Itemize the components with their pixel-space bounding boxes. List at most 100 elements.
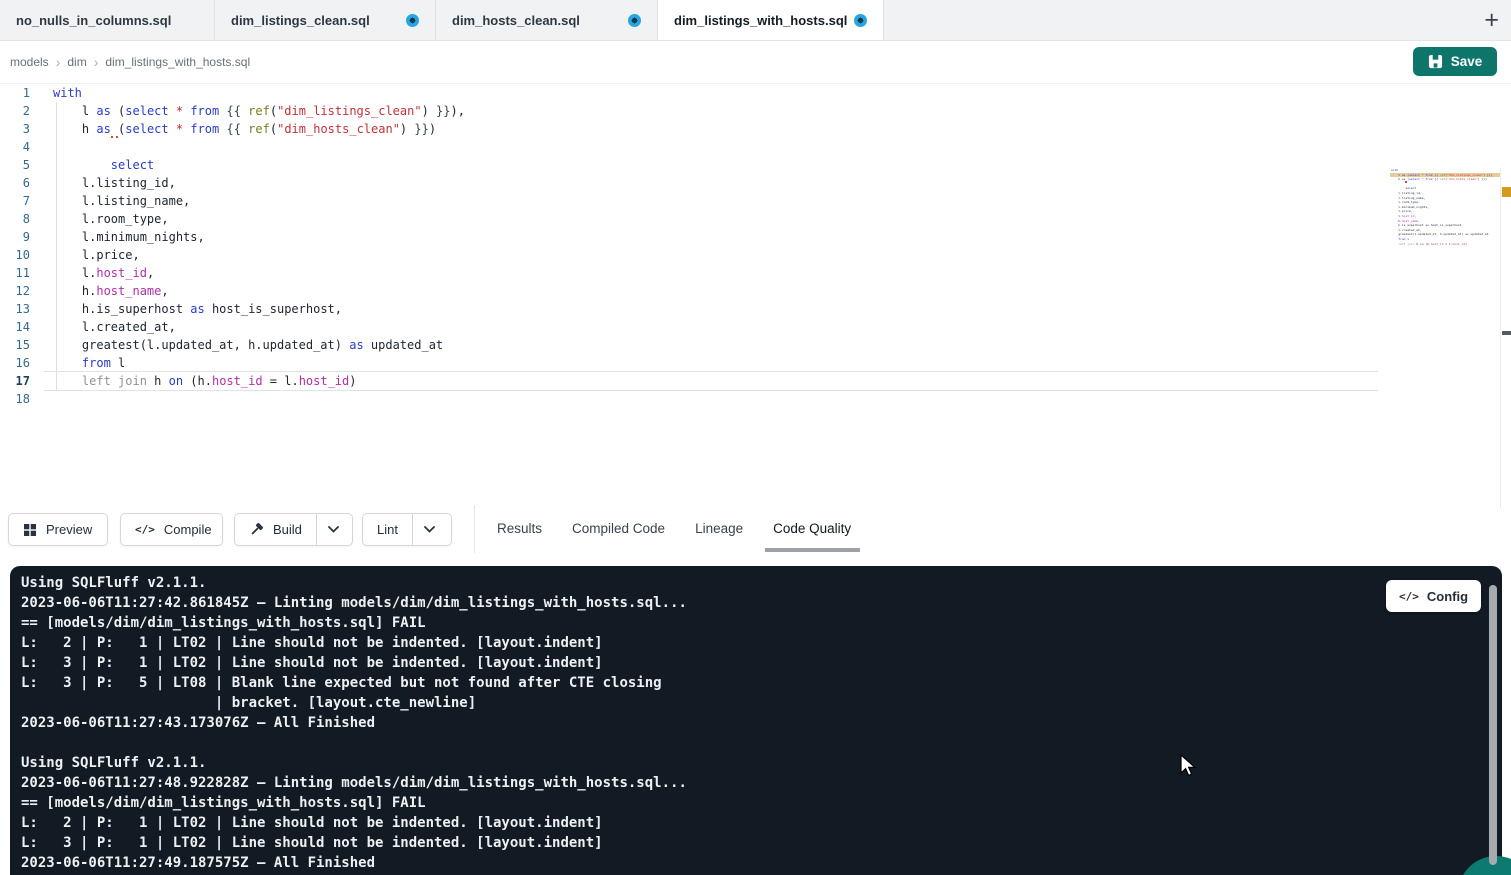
code-line[interactable]: l.minimum_nights, bbox=[44, 228, 1378, 246]
floppy-disk-icon bbox=[1428, 54, 1443, 69]
line-number-gutter: 123456789101112131415161718 bbox=[0, 84, 44, 408]
code-line[interactable]: select bbox=[44, 156, 1378, 174]
terminal-scrollbar[interactable] bbox=[1489, 585, 1497, 865]
ruler-warning-marker bbox=[1502, 187, 1511, 197]
breadcrumb-separator: › bbox=[94, 56, 99, 68]
line-number: 5 bbox=[0, 156, 44, 174]
code-line[interactable]: with bbox=[44, 84, 1378, 102]
tab-label: no_nulls_in_columns.sql bbox=[16, 13, 171, 28]
line-number: 7 bbox=[0, 192, 44, 210]
chevron-down-icon bbox=[424, 526, 435, 533]
line-number: 6 bbox=[0, 174, 44, 192]
line-number: 3 bbox=[0, 120, 44, 138]
code-line[interactable]: l.price, bbox=[44, 246, 1378, 264]
terminal-output: Using SQLFluff v2.1.1.2023-06-06T11:27:4… bbox=[21, 573, 687, 873]
build-button-label: Build bbox=[273, 522, 302, 537]
breadcrumb-item-dim: dim bbox=[67, 55, 86, 69]
breadcrumb-separator: › bbox=[56, 56, 61, 68]
minimap-line bbox=[1391, 246, 1494, 251]
compile-button[interactable]: </> Compile bbox=[120, 513, 223, 546]
ruler-position-marker bbox=[1502, 331, 1511, 335]
terminal-line bbox=[21, 733, 687, 753]
result-tab-lineage[interactable]: Lineage bbox=[695, 521, 743, 536]
lint-button[interactable]: Lint bbox=[363, 514, 412, 545]
terminal-line: == [models/dim/dim_listings_with_hosts.s… bbox=[21, 793, 687, 813]
code-line[interactable]: left join h on (h.host_id = l.host_id) bbox=[44, 372, 1378, 390]
toolbar-divider bbox=[474, 505, 475, 553]
code-line[interactable] bbox=[44, 390, 1378, 408]
terminal[interactable]: Using SQLFluff v2.1.1.2023-06-06T11:27:4… bbox=[10, 566, 1502, 875]
tab-label: dim_hosts_clean.sql bbox=[452, 13, 580, 28]
result-tab-code-quality[interactable]: Code Quality bbox=[773, 521, 851, 536]
terminal-line: L: 3 | P: 1 | LT02 | Line should not be … bbox=[21, 833, 687, 853]
code-line[interactable]: h as (select * from {{ ref("dim_hosts_cl… bbox=[44, 120, 1378, 138]
line-number: 17 bbox=[0, 372, 44, 390]
line-number: 1 bbox=[0, 84, 44, 102]
tab-bar: no_nulls_in_columns.sql dim_listings_clea… bbox=[0, 0, 1511, 41]
chevron-down-icon bbox=[328, 526, 339, 533]
code-line[interactable]: l.room_type, bbox=[44, 210, 1378, 228]
terminal-line: Using SQLFluff v2.1.1. bbox=[21, 573, 687, 593]
breadcrumb-row: models › dim › dim_listings_with_hosts.s… bbox=[0, 41, 1511, 84]
tab-label: dim_listings_clean.sql bbox=[231, 13, 370, 28]
line-number: 9 bbox=[0, 228, 44, 246]
line-number: 18 bbox=[0, 390, 44, 408]
terminal-line: L: 2 | P: 1 | LT02 | Line should not be … bbox=[21, 633, 687, 653]
tab-no-nulls-in-columns[interactable]: no_nulls_in_columns.sql bbox=[0, 0, 215, 40]
minimap-line: h as (select * from {{ ref("dim_hosts_cl… bbox=[1391, 177, 1494, 182]
build-button-group: Build bbox=[234, 513, 353, 546]
lint-dropdown-button[interactable] bbox=[412, 514, 447, 545]
code-line[interactable] bbox=[44, 138, 1378, 156]
lint-button-group: Lint bbox=[362, 513, 452, 546]
code-editor[interactable]: 123456789101112131415161718 with l as (s… bbox=[0, 84, 1511, 508]
code-line[interactable]: h.host_name, bbox=[44, 282, 1378, 300]
terminal-line: | bracket. [layout.cte_newline] bbox=[21, 693, 687, 713]
code-pane[interactable]: with l as (select * from {{ ref("dim_lis… bbox=[44, 84, 1378, 408]
code-line[interactable]: l.listing_name, bbox=[44, 192, 1378, 210]
breadcrumb-item-models: models bbox=[10, 55, 49, 69]
preview-button-label: Preview bbox=[46, 522, 92, 537]
line-number: 14 bbox=[0, 318, 44, 336]
line-number: 16 bbox=[0, 354, 44, 372]
code-line[interactable]: from l bbox=[44, 354, 1378, 372]
preview-button[interactable]: Preview bbox=[8, 513, 108, 546]
modified-dot-icon bbox=[854, 14, 867, 27]
terminal-line: 2023-06-06T11:27:48.922828Z — Linting mo… bbox=[21, 773, 687, 793]
result-tabs: Results Compiled Code Lineage Code Quality bbox=[497, 508, 851, 549]
minimap-code: with l as (select * from {{ ref("dim_lis… bbox=[1391, 168, 1494, 251]
code-line[interactable]: l.listing_id, bbox=[44, 174, 1378, 192]
terminal-line: 2023-06-06T11:27:42.861845Z — Linting mo… bbox=[21, 593, 687, 613]
code-line[interactable]: l.created_at, bbox=[44, 318, 1378, 336]
build-button[interactable]: Build bbox=[235, 514, 316, 545]
code-line[interactable]: l.host_id, bbox=[44, 264, 1378, 282]
result-tab-compiled-code[interactable]: Compiled Code bbox=[572, 521, 665, 536]
line-number: 4 bbox=[0, 138, 44, 156]
terminal-line: Using SQLFluff v2.1.1. bbox=[21, 753, 687, 773]
modified-dot-icon bbox=[628, 14, 641, 27]
line-number: 15 bbox=[0, 336, 44, 354]
tab-dim-listings-with-hosts[interactable]: dim_listings_with_hosts.sql bbox=[658, 0, 884, 40]
save-button[interactable]: Save bbox=[1413, 47, 1497, 76]
code-line[interactable]: h.is_superhost as host_is_superhost, bbox=[44, 300, 1378, 318]
build-dropdown-button[interactable] bbox=[316, 514, 351, 545]
terminal-line: 2023-06-06T11:27:49.187575Z — All Finish… bbox=[21, 853, 687, 873]
tab-dim-listings-clean[interactable]: dim_listings_clean.sql bbox=[215, 0, 436, 40]
breadcrumb: models › dim › dim_listings_with_hosts.s… bbox=[10, 55, 250, 69]
new-tab-button[interactable]: + bbox=[1484, 3, 1499, 37]
code-line[interactable]: greatest(l.updated_at, h.updated_at) as … bbox=[44, 336, 1378, 354]
terminal-line: == [models/dim/dim_listings_with_hosts.s… bbox=[21, 613, 687, 633]
result-tab-results[interactable]: Results bbox=[497, 521, 542, 536]
line-number: 13 bbox=[0, 300, 44, 318]
save-button-label: Save bbox=[1451, 54, 1483, 69]
code-line[interactable]: l as (select * from {{ ref("dim_listings… bbox=[44, 102, 1378, 120]
tab-dim-hosts-clean[interactable]: dim_hosts_clean.sql bbox=[436, 0, 658, 40]
code-brackets-icon: </> bbox=[135, 523, 155, 536]
tab-label: dim_listings_with_hosts.sql bbox=[674, 13, 847, 28]
config-button[interactable]: </> Config bbox=[1386, 580, 1481, 612]
grid-icon bbox=[23, 523, 37, 537]
lint-button-label: Lint bbox=[377, 522, 398, 537]
line-number: 12 bbox=[0, 282, 44, 300]
modified-dot-icon bbox=[406, 14, 419, 27]
terminal-line: L: 3 | P: 5 | LT08 | Blank line expected… bbox=[21, 673, 687, 693]
active-tab-underline bbox=[765, 548, 860, 552]
